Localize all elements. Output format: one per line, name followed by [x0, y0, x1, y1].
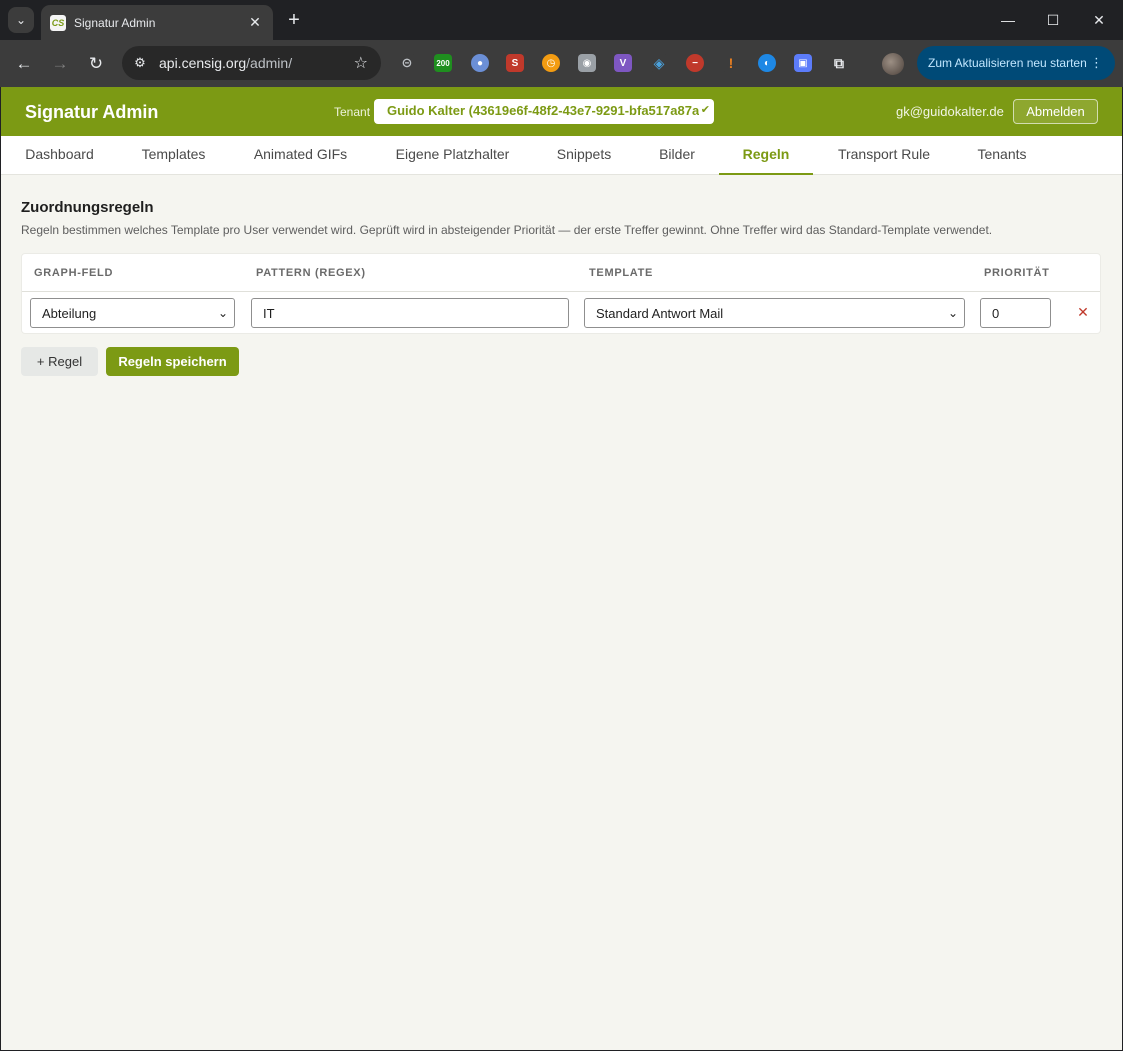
- clock-extension-icon[interactable]: ◷: [542, 54, 560, 72]
- minimize-icon[interactable]: —: [996, 9, 1020, 31]
- browser-tab[interactable]: CS Signatur Admin ✕: [41, 5, 273, 40]
- tab-snippets[interactable]: Snippets: [556, 136, 612, 175]
- delete-rule-icon[interactable]: ✕: [1076, 304, 1090, 321]
- tab-eigene-platzhalter[interactable]: Eigene Platzhalter: [395, 136, 510, 175]
- window-close-icon[interactable]: ✕: [1087, 9, 1111, 31]
- chevron-down-icon: ✔: [698, 103, 710, 116]
- page: Signatur Admin Tenant Guido Kalter (4361…: [1, 87, 1122, 1050]
- template-select[interactable]: Standard Antwort Mail ⌄: [584, 298, 965, 328]
- tab-templates[interactable]: Templates: [141, 136, 206, 175]
- lock-icon[interactable]: ⊝: [398, 54, 416, 72]
- v-extension-icon[interactable]: V: [614, 54, 632, 72]
- column-header-graph-field: GRAPH-FELD: [34, 267, 114, 279]
- chevron-down-icon: ⌄: [15, 13, 27, 27]
- rules-table: GRAPH-FELD PATTERN (REGEX) TEMPLATE PRIO…: [21, 253, 1101, 334]
- reload-icon[interactable]: ↻: [83, 51, 109, 77]
- column-header-priority: PRIORITÄT: [984, 267, 1050, 279]
- profile-avatar[interactable]: [882, 53, 904, 75]
- block-extension-icon[interactable]: −: [686, 54, 704, 72]
- camera-extension-icon[interactable]: ◉: [578, 54, 596, 72]
- layers-extension-icon[interactable]: ◈: [650, 54, 668, 72]
- user-email: gk@guidokalter.de: [896, 104, 1004, 119]
- site-info-icon[interactable]: ⚙: [125, 55, 155, 71]
- puzzle-extension-icon[interactable]: ⧉: [830, 54, 848, 72]
- tenant-select-value: Guido Kalter (43619e6f-48f2-43e7-9291-bf…: [387, 103, 707, 118]
- address-bar[interactable]: ⚙ api.censig.org/admin/ ☆: [122, 46, 381, 80]
- template-value: Standard Antwort Mail: [596, 306, 724, 321]
- pin-extension-icon[interactable]: !: [722, 54, 740, 72]
- app-title: Signatur Admin: [25, 102, 159, 122]
- save-rules-button[interactable]: Regeln speichern: [106, 347, 239, 376]
- graph-field-select[interactable]: Abteilung ⌄: [30, 298, 235, 328]
- new-tab-button[interactable]: +: [283, 9, 305, 31]
- tab-animated-gifs[interactable]: Animated GIFs: [253, 136, 348, 175]
- column-header-pattern: PATTERN (REGEX): [256, 267, 366, 279]
- tab-transport-rule[interactable]: Transport Rule: [837, 136, 931, 175]
- globe-extension-icon[interactable]: ●: [471, 54, 489, 72]
- browser-toolbar: ← → ↻ ⚙ api.censig.org/admin/ ☆ ⊝ 200 ● …: [0, 40, 1123, 87]
- tab-tenants[interactable]: Tenants: [977, 136, 1027, 175]
- update-button-label: Zum Aktualisieren neu starten: [928, 56, 1087, 70]
- pattern-input[interactable]: IT: [251, 298, 569, 328]
- logout-button[interactable]: Abmelden: [1013, 99, 1098, 124]
- tab-strip: ⌄ CS Signatur Admin ✕ + — ☐ ✕: [0, 0, 1123, 40]
- tenant-label: Tenant: [334, 105, 371, 119]
- page-title: Zuordnungsregeln: [21, 199, 154, 216]
- tab-regeln[interactable]: Regeln: [719, 136, 813, 175]
- url-text[interactable]: api.censig.org/admin/: [159, 55, 354, 71]
- priority-input[interactable]: 0: [980, 298, 1051, 328]
- page-description: Regeln bestimmen welches Template pro Us…: [21, 223, 993, 237]
- browser-chrome: ⌄ CS Signatur Admin ✕ + — ☐ ✕ ← → ↻ ⚙ ap…: [0, 0, 1123, 87]
- extension-badge-icon[interactable]: 200: [434, 54, 452, 72]
- chevron-down-icon: ⌄: [217, 306, 228, 320]
- screen-extension-icon[interactable]: ▣: [794, 54, 812, 72]
- favicon-icon: CS: [50, 14, 66, 31]
- tab-close-icon[interactable]: ✕: [245, 14, 265, 31]
- tab-search-button[interactable]: ⌄: [8, 7, 34, 33]
- cloud-extension-icon[interactable]: ◐: [758, 54, 776, 72]
- chevron-down-icon: ⌄: [947, 306, 958, 320]
- tab-title: Signatur Admin: [74, 15, 156, 30]
- column-header-template: TEMPLATE: [589, 267, 654, 279]
- bookmark-star-icon[interactable]: ☆: [354, 53, 368, 73]
- back-icon[interactable]: ←: [11, 51, 37, 77]
- update-button[interactable]: Zum Aktualisieren neu starten ⋮: [917, 46, 1115, 80]
- more-menu-icon[interactable]: ⋮: [1090, 55, 1103, 71]
- graph-field-value: Abteilung: [42, 306, 97, 321]
- app-header: Signatur Admin Tenant Guido Kalter (4361…: [1, 87, 1122, 136]
- forward-icon[interactable]: →: [47, 51, 73, 77]
- tenant-select[interactable]: Guido Kalter (43619e6f-48f2-43e7-9291-bf…: [374, 99, 714, 124]
- tab-bilder[interactable]: Bilder: [658, 136, 696, 175]
- maximize-icon[interactable]: ☐: [1041, 9, 1065, 31]
- tab-dashboard[interactable]: Dashboard: [25, 136, 94, 175]
- add-rule-button[interactable]: + Regel: [21, 347, 98, 376]
- main-nav: Dashboard Templates Animated GIFs Eigene…: [1, 136, 1122, 175]
- header-divider: [22, 291, 1100, 292]
- seo-extension-icon[interactable]: S: [506, 54, 524, 72]
